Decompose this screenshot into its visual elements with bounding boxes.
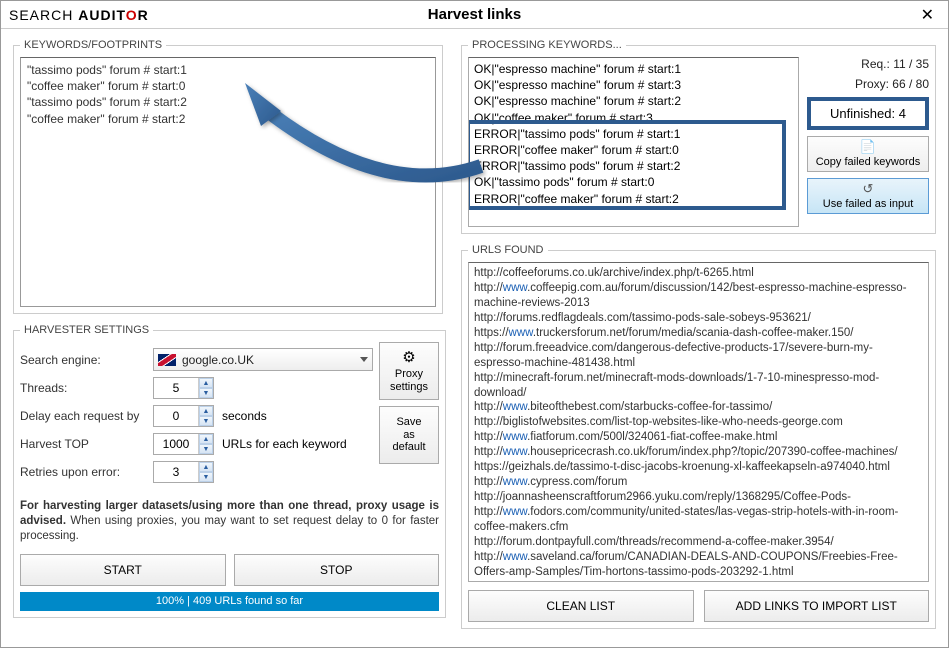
retries-label: Retries upon error:: [20, 465, 145, 479]
proxy-settings-button[interactable]: ⚙ Proxy settings: [379, 342, 439, 400]
top-suffix: URLs for each keyword: [222, 437, 347, 451]
chevron-down-icon: [360, 357, 368, 362]
settings-legend: HARVESTER SETTINGS: [20, 324, 153, 336]
req-counter: Req.: 11 / 35: [807, 57, 929, 71]
top-label: Harvest TOP: [20, 437, 145, 451]
delay-stepper[interactable]: ▲▼: [153, 405, 214, 427]
save-default-button[interactable]: Save as default: [379, 406, 439, 464]
keywords-fieldset: KEYWORDS/FOOTPRINTS "tassimo pods" forum…: [13, 39, 443, 314]
advice-text: For harvesting larger datasets/using mor…: [20, 499, 439, 544]
processing-fieldset: PROCESSING KEYWORDS... OK|"espresso mach…: [461, 39, 936, 234]
url-item[interactable]: http://www.fiatforum.com/500l/324061-fia…: [474, 430, 923, 445]
close-icon[interactable]: ✕: [915, 5, 940, 25]
url-item[interactable]: http://www.coffeepig.com.au/forum/discus…: [474, 281, 923, 311]
url-item[interactable]: https://www.truckersforum.net/forum/medi…: [474, 326, 923, 341]
urls-fieldset: URLS FOUND http://coffeeforums.co.uk/arc…: [461, 244, 936, 629]
urls-list[interactable]: http://coffeeforums.co.uk/archive/index.…: [468, 262, 929, 582]
search-engine-dropdown[interactable]: google.co.UK: [153, 348, 373, 371]
page-title: Harvest links: [428, 6, 521, 23]
gear-icon: ⚙: [402, 349, 415, 366]
threads-stepper[interactable]: ▲▼: [153, 377, 214, 399]
url-item[interactable]: http://coffeeforums.co.uk/archive/index.…: [474, 266, 923, 281]
url-item[interactable]: http://forum.freeadvice.com/dangerous-de…: [474, 341, 923, 371]
top-stepper[interactable]: ▲▼: [153, 433, 214, 455]
proxy-counter: Proxy: 66 / 80: [807, 77, 929, 91]
url-item[interactable]: http://www.biteofthebest.com/starbucks-c…: [474, 400, 923, 415]
unfinished-counter: Unfinished: 4: [807, 97, 929, 130]
keywords-input[interactable]: "tassimo pods" forum # start:1 "coffee m…: [20, 57, 436, 307]
spin-up-icon[interactable]: ▲: [199, 378, 213, 388]
url-item[interactable]: http://www.housepricecrash.co.uk/forum/i…: [474, 445, 923, 460]
url-item[interactable]: http://joannasheenscraftforum2966.yuku.c…: [474, 490, 923, 505]
url-item[interactable]: http://minecraft-forum.net/minecraft-mod…: [474, 371, 923, 401]
settings-fieldset: HARVESTER SETTINGS Search engine: google…: [13, 324, 446, 618]
url-item[interactable]: https://geizhals.de/tassimo-t-disc-jacob…: [474, 460, 923, 475]
clean-list-button[interactable]: CLEAN LIST: [468, 590, 694, 622]
processing-legend: PROCESSING KEYWORDS...: [468, 39, 626, 51]
url-item[interactable]: http://forums.redflagdeals.com/tassimo-p…: [474, 311, 923, 326]
uk-flag-icon: [158, 354, 176, 366]
progress-bar: 100% | 409 URLs found so far: [20, 592, 439, 611]
processing-log[interactable]: OK|"espresso machine" forum # start:1 OK…: [468, 57, 799, 227]
url-item[interactable]: http://forum.dontpayfull.com/threads/rec…: [474, 535, 923, 550]
url-item[interactable]: http://www.saveland.ca/forum/CANADIAN-DE…: [474, 550, 923, 580]
stop-button[interactable]: STOP: [234, 554, 440, 586]
delay-suffix: seconds: [222, 409, 267, 423]
recycle-icon: ↺: [863, 182, 874, 196]
use-failed-button[interactable]: ↺ Use failed as input: [807, 178, 929, 214]
url-item[interactable]: http://www.fodors.com/community/united-s…: [474, 505, 923, 535]
title-bar: SEARCH AUDITOR Harvest links ✕: [1, 1, 948, 29]
url-item[interactable]: http://ph.priceprice.com/Saeco-Super-aut…: [474, 580, 923, 582]
retries-stepper[interactable]: ▲▼: [153, 461, 214, 483]
spin-down-icon[interactable]: ▼: [199, 388, 213, 398]
add-links-button[interactable]: ADD LINKS TO IMPORT LIST: [704, 590, 930, 622]
keywords-legend: KEYWORDS/FOOTPRINTS: [20, 39, 166, 51]
urls-legend: URLS FOUND: [468, 244, 548, 256]
delay-label: Delay each request by: [20, 409, 145, 423]
start-button[interactable]: START: [20, 554, 226, 586]
app-logo: SEARCH AUDITOR: [9, 7, 149, 23]
engine-label: Search engine:: [20, 353, 145, 367]
url-item[interactable]: http://www.cypress.com/forum: [474, 475, 923, 490]
copy-failed-button[interactable]: 📄 Copy failed keywords: [807, 136, 929, 172]
url-item[interactable]: http://biglistofwebsites.com/list-top-we…: [474, 415, 923, 430]
copy-icon: 📄: [860, 140, 876, 154]
threads-label: Threads:: [20, 381, 145, 395]
